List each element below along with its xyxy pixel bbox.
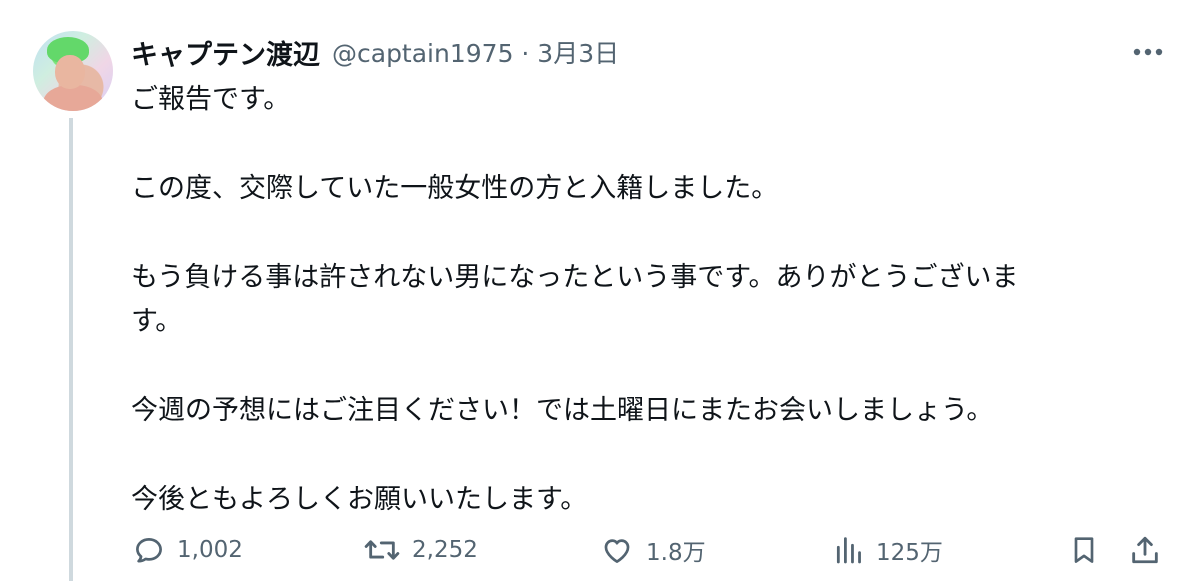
reply-count: 1,002 <box>177 537 243 563</box>
share-button[interactable] <box>1128 528 1162 572</box>
tweet-body: ご報告です。 この度、交際していた一般女性の方と入籍しました。 もう負ける事は許… <box>131 78 1141 522</box>
tweet-line: この度、交際していた一般女性の方と入籍しました。 <box>131 172 779 204</box>
bar-chart-icon <box>836 537 861 564</box>
bookmark-icon <box>1074 537 1094 563</box>
tweet-line <box>131 433 1141 477</box>
author-display-name[interactable]: キャプテン渡辺 <box>131 33 320 72</box>
author-handle-and-date[interactable]: @captain1975 · 3月3日 <box>332 34 619 70</box>
action-bar: 1,002 2,252 1.8万 125万 <box>128 528 1168 572</box>
tweet-line: 今週の予想にはご注目ください！では土曜日にまたお会いしましょう。 <box>131 394 994 426</box>
tweet-line: もう負ける事は許されない男になったという事です。ありがとうございま <box>131 261 1019 293</box>
tweet-header: キャプテン渡辺 @captain1975 · 3月3日 <box>131 32 619 72</box>
more-horizontal-icon <box>1133 48 1163 56</box>
thread-line <box>69 118 73 581</box>
retweet-count: 2,252 <box>412 537 478 563</box>
like-button[interactable]: 1.8万 <box>599 528 706 572</box>
bookmark-button[interactable] <box>1068 528 1100 572</box>
heart-icon <box>604 539 630 563</box>
retweet-icon <box>364 540 400 560</box>
reply-bubble-icon <box>136 538 162 563</box>
more-button[interactable] <box>1128 38 1168 66</box>
avatar-face <box>55 55 85 89</box>
share-upload-icon <box>1132 536 1158 564</box>
tweet-line: ご報告です。 <box>131 84 291 115</box>
retweet-button[interactable]: 2,252 <box>363 528 478 572</box>
tweet-line: 今後ともよろしくお願いいたします。 <box>131 483 588 515</box>
tweet: キャプテン渡辺 @captain1975 · 3月3日 ご報告です。 この度、交… <box>0 0 1188 581</box>
avatar[interactable] <box>33 31 113 111</box>
views-button[interactable]: 125万 <box>833 528 943 572</box>
tweet-line <box>131 122 1141 166</box>
tweet-line <box>131 211 1141 255</box>
tweet-line <box>131 344 1141 388</box>
like-count: 1.8万 <box>646 540 706 566</box>
reply-button[interactable]: 1,002 <box>132 528 243 572</box>
views-count: 125万 <box>876 540 943 566</box>
avatar-body <box>43 85 103 111</box>
tweet-line: す。 <box>131 306 183 337</box>
